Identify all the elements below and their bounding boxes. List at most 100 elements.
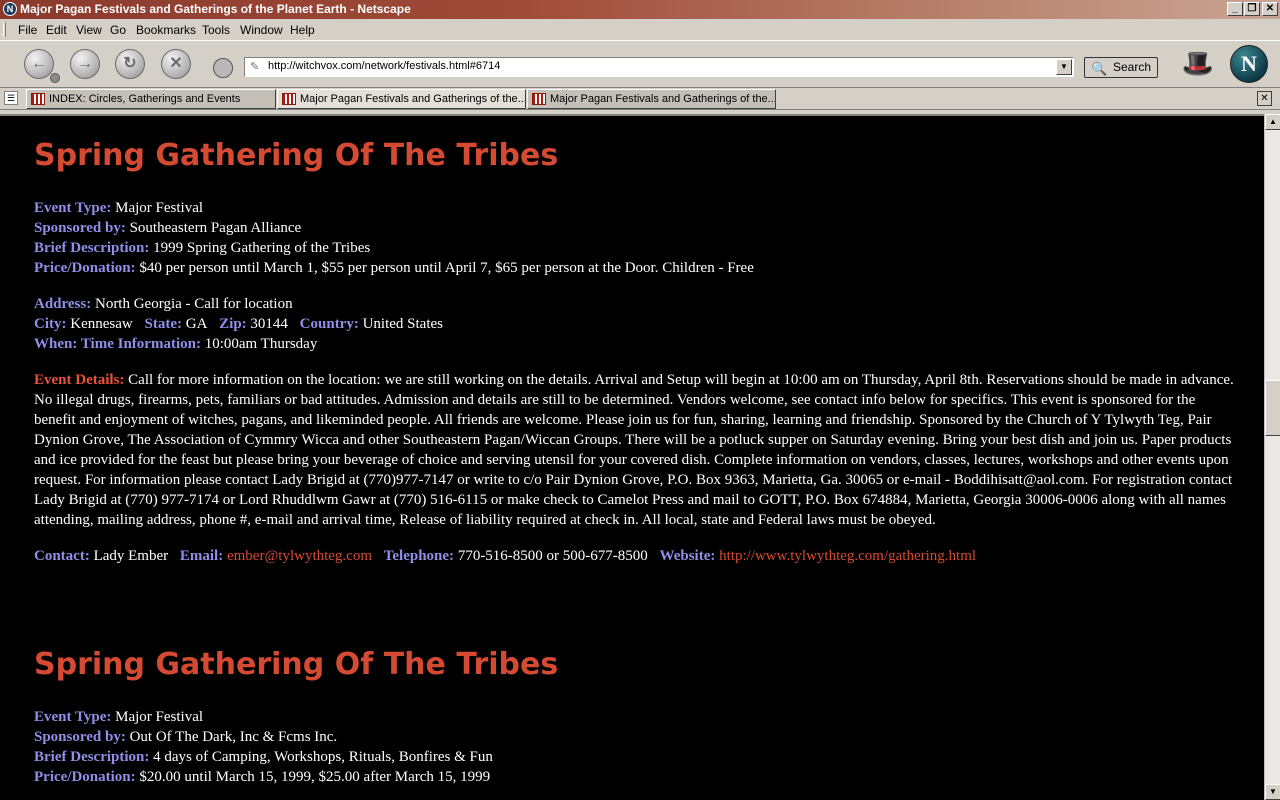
menu-window[interactable]: Window xyxy=(240,23,283,37)
url-dropdown-arrow[interactable]: ▼ xyxy=(1056,59,1072,75)
tab-festivals[interactable]: Major Pagan Festivals and Gatherings of … xyxy=(527,89,776,109)
forward-button[interactable]: → xyxy=(70,49,100,79)
search-button[interactable]: 🔍 Search xyxy=(1084,57,1158,78)
price-row: Price/Donation: $20.00 until March 15, 1… xyxy=(34,767,490,787)
event-type-label: Event Type: xyxy=(34,709,112,725)
tab-label: INDEX: Circles, Gatherings and Events xyxy=(49,93,241,105)
sponsored-value: Out Of The Dark, Inc & Fcms Inc. xyxy=(129,729,338,745)
tab-index[interactable]: INDEX: Circles, Gatherings and Events xyxy=(26,89,276,109)
price-value: $20.00 until March 15, 1999, $25.00 afte… xyxy=(139,769,491,785)
menu-go[interactable]: Go xyxy=(110,23,126,37)
minimize-button[interactable]: _ xyxy=(1227,2,1243,16)
event-details: Event Details: Call for more information… xyxy=(34,370,1234,530)
netscape-logo[interactable]: N xyxy=(1230,45,1268,83)
close-window-button[interactable]: ✕ xyxy=(1262,2,1278,16)
url-bar[interactable]: ✎ http://witchvox.com/network/festivals.… xyxy=(244,57,1074,77)
menu-edit[interactable]: Edit xyxy=(46,23,67,37)
country-value: United States xyxy=(362,316,443,332)
title-bar: N Major Pagan Festivals and Gatherings o… xyxy=(0,0,1280,19)
details-label: Event Details: xyxy=(34,372,125,388)
sponsored-row: Sponsored by: Out Of The Dark, Inc & Fcm… xyxy=(34,727,337,747)
tab-favicon-icon xyxy=(532,93,546,105)
event-type-value: Major Festival xyxy=(115,709,204,725)
back-history-dropdown[interactable] xyxy=(50,73,60,83)
scroll-down-arrow[interactable]: ▼ xyxy=(1265,784,1280,800)
menu-view[interactable]: View xyxy=(76,23,102,37)
tab-label: Major Pagan Festivals and Gatherings of … xyxy=(550,93,776,105)
website-label: Website: xyxy=(659,548,716,564)
event-title: Spring Gathering Of The Tribes xyxy=(34,138,559,173)
tab-favicon-icon xyxy=(31,93,45,105)
restore-button[interactable]: ❐ xyxy=(1244,2,1260,16)
page-icon: ✎ xyxy=(250,61,260,73)
scroll-up-arrow[interactable]: ▲ xyxy=(1265,114,1280,130)
event-type-value: Major Festival xyxy=(115,200,204,216)
scroll-thumb[interactable] xyxy=(1265,380,1280,436)
print-hat-icon[interactable]: 🎩 xyxy=(1180,47,1216,79)
menu-bookmarks[interactable]: Bookmarks xyxy=(136,23,196,37)
location-row: City: Kennesaw State: GA Zip: 30144 Coun… xyxy=(34,314,443,334)
when-row: When: Time Information: 10:00am Thursday xyxy=(34,334,317,354)
zip-label: Zip: xyxy=(219,316,247,332)
city-value: Kennesaw xyxy=(70,316,133,332)
back-button[interactable]: ← xyxy=(24,49,54,79)
sponsored-label: Sponsored by: xyxy=(34,729,126,745)
city-label: City: xyxy=(34,316,67,332)
close-tab-button[interactable]: ✕ xyxy=(1257,91,1272,106)
navigation-toolbar: ← → ↻ ✕ ✎ http://witchvox.com/network/fe… xyxy=(0,40,1280,88)
contact-row: Contact: Lady Ember Email: ember@tylwyth… xyxy=(34,546,976,566)
brief-value: 1999 Spring Gathering of the Tribes xyxy=(153,240,371,256)
contact-label: Contact: xyxy=(34,548,90,564)
page-content: Spring Gathering Of The Tribes Event Typ… xyxy=(0,114,1264,800)
brief-label: Brief Description: xyxy=(34,240,150,256)
price-label: Price/Donation: xyxy=(34,260,136,276)
price-row: Price/Donation: $40 per person until Mar… xyxy=(34,258,754,278)
tab-bar: ☰ INDEX: Circles, Gatherings and Events … xyxy=(0,88,1280,110)
when-value: 10:00am Thursday xyxy=(204,336,318,352)
search-button-label: Search xyxy=(1112,60,1151,74)
netscape-app-icon: N xyxy=(3,2,17,16)
vertical-scrollbar[interactable]: ▲ ▼ xyxy=(1264,114,1280,800)
tab-label: Major Pagan Festivals and Gatherings of … xyxy=(300,93,526,105)
brief-row: Brief Description: 4 days of Camping, Wo… xyxy=(34,747,493,767)
website-link[interactable]: http://www.tylwythteg.com/gathering.html xyxy=(719,548,976,564)
price-value: $40 per person until March 1, $55 per pe… xyxy=(139,260,754,276)
stop-button[interactable]: ✕ xyxy=(161,49,191,79)
contact-value: Lady Ember xyxy=(93,548,169,564)
menu-tools[interactable]: Tools xyxy=(202,23,230,37)
details-text: Call for more information on the locatio… xyxy=(34,372,1234,528)
menu-grip xyxy=(3,22,6,37)
bookmarks-icon[interactable]: ☰ xyxy=(4,91,18,105)
state-label: State: xyxy=(144,316,182,332)
menu-help[interactable]: Help xyxy=(290,23,315,37)
address-value: North Georgia - Call for location xyxy=(94,296,293,312)
url-input[interactable]: http://witchvox.com/network/festivals.ht… xyxy=(268,60,500,72)
event-type-label: Event Type: xyxy=(34,200,112,216)
sponsored-label: Sponsored by: xyxy=(34,220,126,236)
email-link[interactable]: ember@tylwythteg.com xyxy=(227,548,372,564)
menu-file[interactable]: File xyxy=(18,23,37,37)
sponsored-value: Southeastern Pagan Alliance xyxy=(129,220,302,236)
address-row: Address: North Georgia - Call for locati… xyxy=(34,294,293,314)
brief-row: Brief Description: 1999 Spring Gathering… xyxy=(34,238,370,258)
tab-favicon-icon xyxy=(282,93,296,105)
sponsored-row: Sponsored by: Southeastern Pagan Allianc… xyxy=(34,218,301,238)
phone-value: 770-516-8500 or 500-677-8500 xyxy=(457,548,648,564)
price-label: Price/Donation: xyxy=(34,769,136,785)
address-label: Address: xyxy=(34,296,92,312)
zip-value: 30144 xyxy=(250,316,288,332)
search-icon: 🔍 xyxy=(1091,61,1108,76)
url-history-button[interactable] xyxy=(213,58,233,78)
event-type-row: Event Type: Major Festival xyxy=(34,198,203,218)
tab-festivals-active[interactable]: Major Pagan Festivals and Gatherings of … xyxy=(277,89,526,109)
event-type-row: Event Type: Major Festival xyxy=(34,707,203,727)
window-title: Major Pagan Festivals and Gatherings of … xyxy=(20,2,411,16)
brief-value: 4 days of Camping, Workshops, Rituals, B… xyxy=(153,749,493,765)
brief-label: Brief Description: xyxy=(34,749,150,765)
event-title: Spring Gathering Of The Tribes xyxy=(34,647,559,682)
when-label: When: Time Information: xyxy=(34,336,201,352)
reload-button[interactable]: ↻ xyxy=(115,49,145,79)
state-value: GA xyxy=(185,316,208,332)
menu-bar: File Edit View Go Bookmarks Tools Window… xyxy=(0,19,1280,40)
phone-label: Telephone: xyxy=(383,548,455,564)
